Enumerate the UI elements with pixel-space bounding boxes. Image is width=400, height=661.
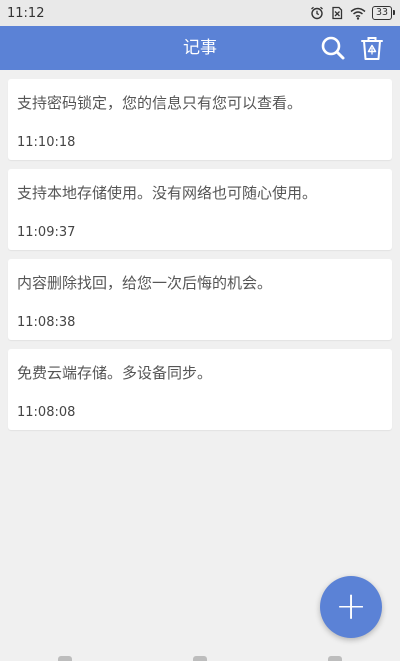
alarm-icon [310,6,324,20]
app-bar: 记事 [0,26,400,70]
status-time: 11:12 [7,5,45,21]
plus-icon: + [335,583,367,628]
search-button[interactable] [317,32,349,64]
note-text: 免费云端存储。多设备同步。 [17,364,213,382]
nav-bar-hint [328,656,342,661]
note-list: 支持密码锁定，您的信息只有您可以查看。 11:10:18 支持本地存储使用。没有… [8,79,392,439]
nav-bar-hint [58,656,72,661]
search-icon [321,36,345,60]
battery-indicator: 33 [371,6,396,20]
note-time: 11:08:38 [17,315,76,330]
note-text: 内容删除找回，给您一次后悔的机会。 [17,274,273,292]
no-sim-icon [330,6,344,20]
note-time: 11:10:18 [17,135,76,150]
note-text: 支持密码锁定，您的信息只有您可以查看。 [17,94,303,112]
note-card[interactable]: 支持密码锁定，您的信息只有您可以查看。 11:10:18 [8,79,392,160]
note-time: 11:09:37 [17,225,76,240]
nav-bar-hint [193,656,207,661]
note-text: 支持本地存储使用。没有网络也可随心使用。 [17,184,318,202]
add-note-button[interactable]: + [320,576,382,638]
status-icons: 33 [310,6,396,20]
status-bar: 11:12 33 [0,0,400,26]
recycle-bin-button[interactable] [356,32,388,64]
note-time: 11:08:08 [17,405,76,420]
note-card[interactable]: 内容删除找回，给您一次后悔的机会。 11:08:38 [8,259,392,340]
recycle-bin-icon [361,37,383,60]
note-card[interactable]: 免费云端存储。多设备同步。 11:08:08 [8,349,392,430]
note-card[interactable]: 支持本地存储使用。没有网络也可随心使用。 11:09:37 [8,169,392,250]
wifi-icon [350,7,366,20]
